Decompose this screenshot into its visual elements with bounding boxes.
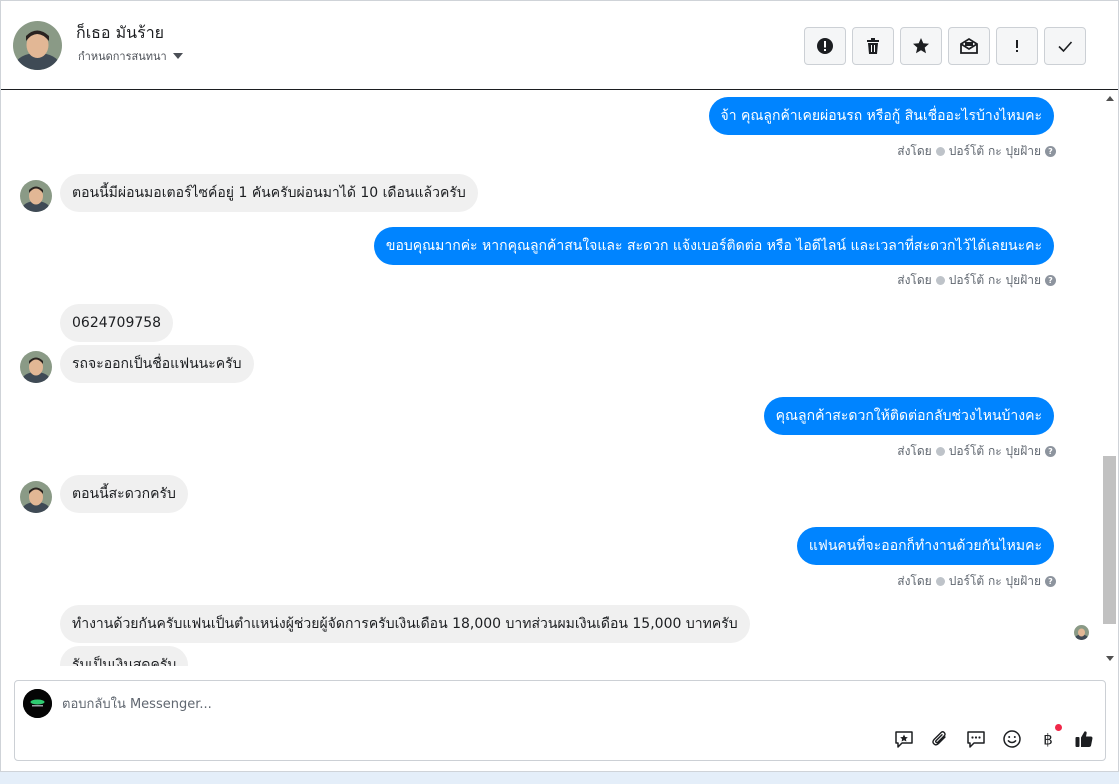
help-icon[interactable]: ? (1045, 446, 1056, 457)
help-icon[interactable]: ? (1045, 576, 1056, 587)
follow-up-icon (1016, 40, 1018, 52)
mark-unread-button[interactable] (948, 27, 990, 65)
contact-avatar[interactable] (13, 21, 62, 70)
seen-receipt-avatar (1074, 625, 1089, 640)
done-icon (1058, 41, 1073, 53)
sent-by-prefix: ส่งโดย (897, 444, 932, 458)
contact-name[interactable]: ก็เธอ มันร้าย (76, 21, 164, 46)
follow-up-button[interactable] (996, 27, 1038, 65)
messenger-inbox-window: ก็เธอ มันร้าย กำหนดการสนทนา จ้า คุณลูกค้… (0, 0, 1119, 772)
sender-avatar[interactable] (20, 180, 52, 212)
assign-label: กำหนดการสนทนา (78, 50, 167, 63)
sent-by-agent[interactable]: ปอร์โต้ กะ ปุยฝ้าย (949, 142, 1041, 161)
conversation-toolbar (804, 27, 1086, 65)
conversation-header: ก็เธอ มันร้าย กำหนดการสนทนา (1, 1, 1118, 90)
incoming-message[interactable]: รถจะออกเป็นชื่อแฟนนะครับ (60, 345, 254, 383)
sent-by-prefix: ส่งโดย (897, 574, 932, 588)
sent-by-agent[interactable]: ปอร์โต้ กะ ปุยฝ้าย (949, 442, 1041, 461)
sent-by-label: ส่งโดย ปอร์โต้ กะ ปุยฝ้าย ? (897, 442, 1056, 461)
help-icon[interactable]: ? (1045, 275, 1056, 286)
scroll-up-arrow-icon[interactable] (1106, 96, 1114, 101)
reply-composer: ฿ (14, 680, 1106, 761)
sent-by-prefix: ส่งโดย (897, 273, 932, 287)
mark-unread-icon (960, 37, 978, 54)
incoming-message[interactable]: ตอนนี้สะดวกครับ (60, 475, 188, 513)
sent-by-label: ส่งโดย ปอร์โต้ กะ ปุยฝ้าย ? (897, 142, 1056, 161)
sent-by-label: ส่งโดย ปอร์โต้ กะ ปุยฝ้าย ? (897, 271, 1056, 290)
send-like-button[interactable] (1073, 728, 1095, 750)
quick-reply-button[interactable] (965, 728, 987, 750)
delete-button[interactable] (852, 27, 894, 65)
help-icon[interactable]: ? (1045, 146, 1056, 157)
sent-by-label: ส่งโดย ปอร์โต้ กะ ปุยฝ้าย ? (897, 572, 1056, 591)
report-icon (817, 38, 833, 54)
page-dot-icon (935, 276, 945, 285)
star-icon (913, 38, 929, 54)
outgoing-message[interactable]: จ้า คุณลูกค้าเคยผ่อนรถ หรือกู้ สินเชื่ออ… (708, 97, 1054, 135)
payment-button[interactable]: ฿ (1037, 724, 1062, 750)
assign-conversation-dropdown[interactable]: กำหนดการสนทนา (78, 47, 183, 65)
sent-by-prefix: ส่งโดย (897, 144, 932, 158)
like-icon (1075, 731, 1093, 747)
emoji-icon (1003, 730, 1021, 748)
reply-input[interactable] (62, 693, 962, 715)
caret-down-icon (172, 53, 183, 59)
sender-avatar[interactable] (20, 351, 52, 383)
message-thread: จ้า คุณลูกค้าเคยผ่อนรถ หรือกู้ สินเชื่ออ… (1, 91, 1102, 666)
thread-scrollbar[interactable] (1102, 91, 1118, 666)
notification-dot (1055, 724, 1062, 731)
sent-by-agent[interactable]: ปอร์โต้ กะ ปุยฝ้าย (949, 271, 1041, 290)
saved-reply-icon (895, 731, 913, 748)
outgoing-message[interactable]: คุณลูกค้าสะดวกให้ติดต่อกลับช่วงไหนบ้างคะ (763, 397, 1054, 435)
attachment-icon (932, 731, 946, 746)
mark-done-button[interactable] (1044, 27, 1086, 65)
trash-icon (867, 38, 879, 54)
report-spam-button[interactable] (804, 27, 846, 65)
page-avatar (23, 689, 52, 718)
outgoing-message[interactable]: ขอบคุณมากค่ะ หากคุณลูกค้าสนใจและ สะดวก แ… (373, 227, 1054, 265)
star-button[interactable] (900, 27, 942, 65)
chat-bubble-icon (967, 731, 985, 748)
outgoing-message[interactable]: แฟนคนที่จะออกก็ทำงานด้วยกันไหมคะ (796, 527, 1054, 565)
sent-by-agent[interactable]: ปอร์โต้ กะ ปุยฝ้าย (949, 572, 1041, 591)
composer-toolbar: ฿ (893, 724, 1095, 750)
sender-avatar[interactable] (20, 481, 52, 513)
payment-icon: ฿ (1043, 731, 1053, 749)
scrollbar-thumb[interactable] (1103, 456, 1116, 624)
page-dot-icon (935, 447, 945, 456)
incoming-message[interactable]: 0624709758 (60, 304, 174, 342)
svg-text:฿: ฿ (1043, 731, 1053, 749)
incoming-message[interactable]: รับเป็นเงินสดครับ (60, 646, 189, 666)
attach-button[interactable] (929, 728, 951, 750)
page-dot-icon (935, 577, 945, 586)
scroll-down-arrow-icon[interactable] (1106, 656, 1114, 661)
emoji-button[interactable] (1001, 728, 1023, 750)
incoming-message[interactable]: ตอนนี้มีผ่อนมอเตอร์ไซค์อยู่ 1 คันครับผ่อ… (60, 174, 478, 212)
saved-reply-button[interactable] (893, 728, 915, 750)
incoming-message[interactable]: ทำงานด้วยกันครับแฟนเป็นตำแหน่งผู้ช่วยผู้… (60, 605, 750, 643)
page-dot-icon (935, 147, 945, 156)
